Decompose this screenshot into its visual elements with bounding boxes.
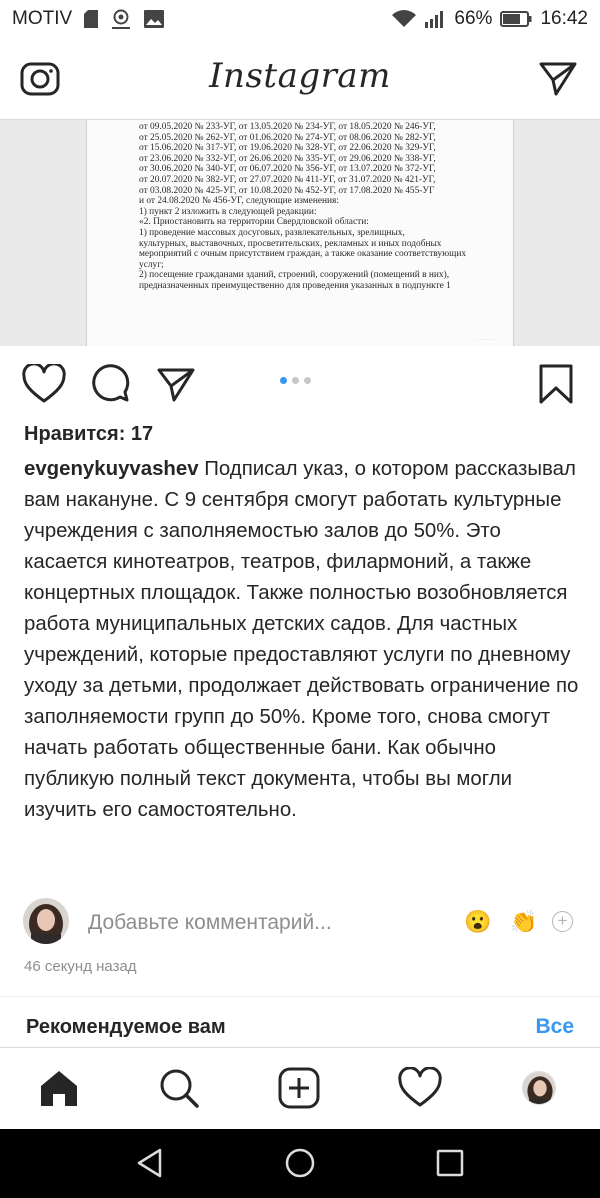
status-bar: MOTIV 66% 16:42	[0, 0, 600, 38]
document-line: и от 24.08.2020 № 456-УГ, следующие изме…	[139, 196, 339, 207]
instagram-logo: Instagram	[209, 56, 391, 96]
document-line: культурных, выставочных, просветительски…	[139, 238, 442, 249]
carousel-dot	[304, 377, 311, 384]
clock: 16:42	[540, 8, 588, 29]
more-emoji-plus-icon[interactable]: +	[552, 911, 573, 932]
app-header: Instagram	[0, 38, 600, 120]
document-footer: · · · · · · · · · ·	[474, 337, 497, 342]
share-icon[interactable]	[156, 364, 196, 409]
new-post-icon[interactable]	[278, 1067, 320, 1114]
document-line: 2) посещение гражданами зданий, строений…	[139, 270, 450, 281]
post-timestamp: 46 секунд назад	[24, 958, 137, 975]
post-actions	[0, 352, 600, 416]
caption-username[interactable]: evgenykuyvashev	[24, 458, 199, 480]
direct-message-icon[interactable]	[538, 58, 578, 103]
carousel-indicator	[280, 377, 311, 384]
surprised-emoji-icon[interactable]: 😮	[464, 910, 491, 934]
battery-icon	[500, 11, 532, 27]
document-line: 1) пункт 2 изложить в следующей редакции…	[139, 206, 317, 217]
comment-input[interactable]: Добавьте комментарий...	[88, 911, 332, 935]
document-line: от 15.06.2020 № 317-УГ, от 19.06.2020 № …	[139, 143, 436, 154]
profile-avatar[interactable]	[522, 1071, 556, 1105]
battery-percent: 66%	[454, 8, 493, 29]
recommended-header: Рекомендуемое вам Все	[0, 1000, 600, 1048]
caption-text: Подписал указ, о котором рассказывал вам…	[24, 458, 579, 821]
add-comment-row: Добавьте комментарий... 😮 👏 +	[0, 898, 600, 950]
post-image[interactable]: от 09.05.2020 № 233-УГ, от 13.05.2020 № …	[0, 120, 600, 346]
bottom-navigation	[0, 1049, 600, 1129]
home-icon[interactable]	[38, 1067, 80, 1114]
document-line: услуг;	[139, 259, 164, 270]
document-line: мероприятий с очным присутствием граждан…	[139, 249, 467, 260]
document-line: от 23.06.2020 № 332-УГ, от 26.06.2020 № …	[139, 153, 436, 164]
search-icon[interactable]	[158, 1067, 200, 1114]
carousel-dot	[292, 377, 299, 384]
carrier-name: MOTIV	[12, 8, 73, 29]
home-circle-icon[interactable]	[284, 1147, 316, 1184]
likes-count[interactable]: Нравится: 17	[24, 423, 153, 446]
see-all-link[interactable]: Все	[535, 1015, 574, 1039]
document-page: от 09.05.2020 № 233-УГ, от 13.05.2020 № …	[86, 120, 514, 346]
avatar	[23, 898, 69, 944]
document-line: «2. Приостановить на территории Свердлов…	[139, 217, 369, 228]
cast-icon	[110, 9, 132, 29]
divider	[0, 996, 600, 997]
wifi-icon	[392, 10, 417, 28]
document-line: от 03.08.2020 № 425-УГ, от 10.08.2020 № …	[139, 185, 435, 196]
signal-icon	[424, 10, 446, 28]
document-line: от 09.05.2020 № 233-УГ, от 13.05.2020 № …	[139, 122, 436, 132]
sd-card-icon	[84, 10, 99, 28]
document-line: 1) проведение массовых досуговых, развле…	[139, 227, 405, 238]
comment-bubble-icon[interactable]	[90, 364, 130, 409]
carousel-dot	[280, 377, 287, 384]
document-line: от 25.05.2020 № 262-УГ, от 01.06.2020 № …	[139, 132, 436, 143]
document-line: предназначенных преимущественно для пров…	[139, 280, 451, 291]
post-caption: evgenykuyvashev Подписал указ, о котором…	[24, 454, 584, 826]
back-triangle-icon[interactable]	[134, 1147, 166, 1184]
image-icon	[144, 10, 165, 28]
activity-heart-icon[interactable]	[398, 1066, 442, 1114]
recommended-title: Рекомендуемое вам	[26, 1016, 226, 1038]
recents-square-icon[interactable]	[434, 1147, 466, 1184]
document-line: от 20.07.2020 № 382-УГ, от 27.07.2020 № …	[139, 174, 436, 185]
document-line: от 30.06.2020 № 340-УГ, от 06.07.2020 № …	[139, 164, 436, 175]
bookmark-icon[interactable]	[538, 364, 574, 409]
system-navigation-bar	[0, 1129, 600, 1198]
like-heart-icon[interactable]	[22, 362, 66, 409]
clapping-emoji-icon[interactable]: 👏	[510, 910, 537, 934]
